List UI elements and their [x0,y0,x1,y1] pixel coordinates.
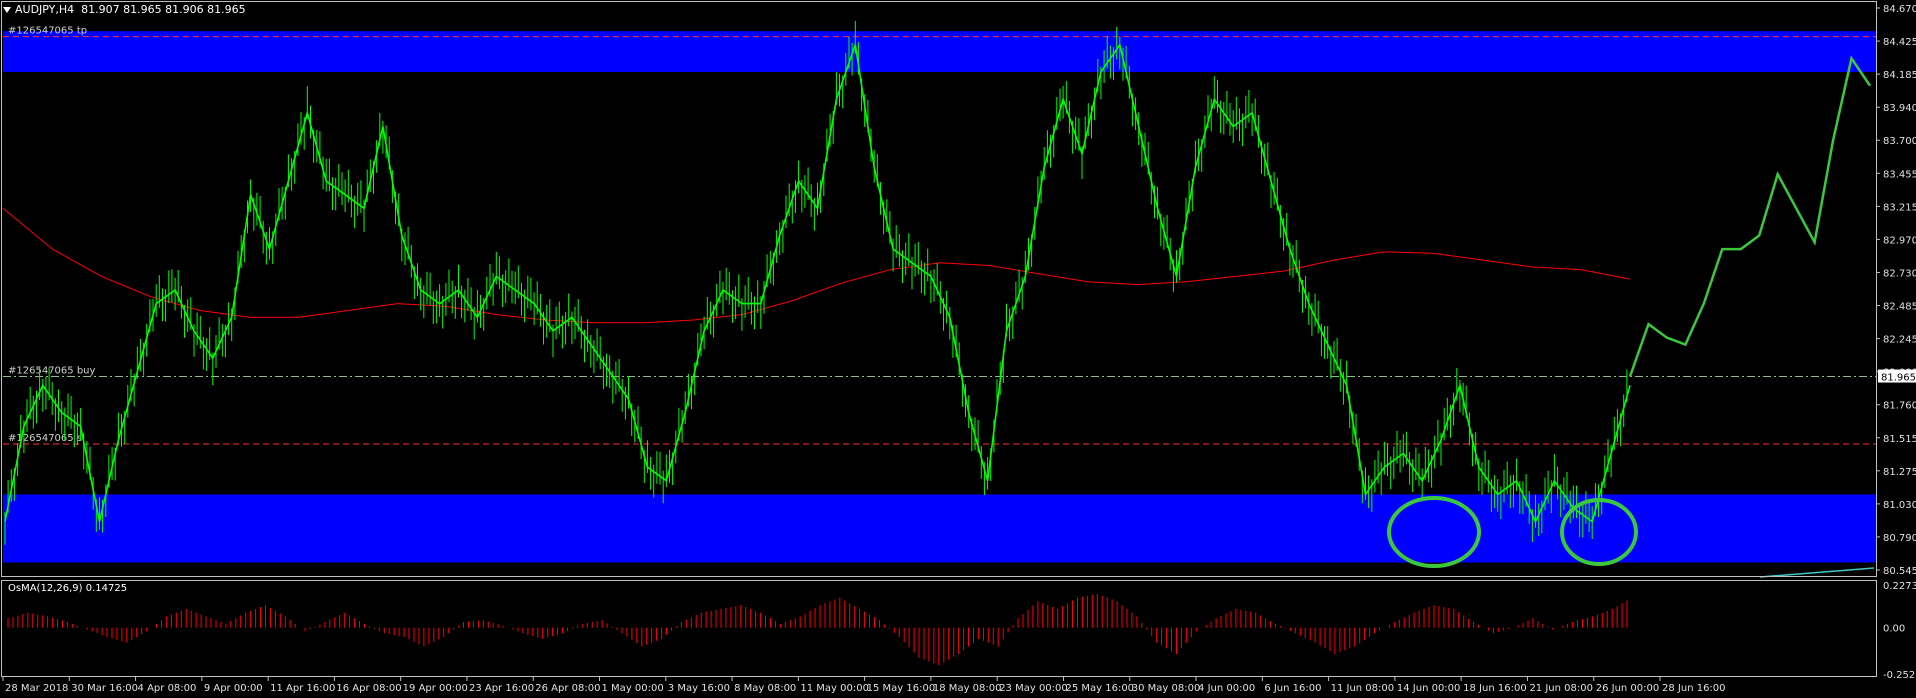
price-tick-label: 82.245 [1883,335,1916,346]
time-tick-label: 26 Apr 08:00 [535,683,600,694]
time-tick-label: 4 Apr 08:00 [138,683,197,694]
collapse-triangle-icon[interactable] [3,7,11,13]
price-tick-label: 83.215 [1883,202,1916,213]
time-tick-label: 3 May 16:00 [668,683,730,694]
time-tick-label: 28 Jun 16:00 [1662,683,1726,694]
price-tick-label: 82.485 [1883,302,1916,313]
time-tick-label: 15 May 16:00 [867,683,936,694]
price-tick-label: 83.700 [1883,136,1916,147]
time-tick-label: 30 Mar 16:00 [71,683,138,694]
order-label-sl: #126547065 sl [8,433,85,444]
price-tick-label: 81.030 [1883,500,1916,511]
time-tick-label: 21 Jun 08:00 [1529,683,1593,694]
time-tick-label: 11 Jun 08:00 [1331,683,1395,694]
time-tick-label: 11 May 00:00 [800,683,869,694]
price-tick-label: 81.760 [1883,401,1916,412]
osma-title: OsMA(12,26,9) 0.14725 [8,583,127,594]
current-price-label: 81.965 [1881,373,1916,384]
price-tick-label: 84.670 [1883,4,1916,15]
price-tick-label: 82.730 [1883,268,1916,279]
time-tick-label: 26 Jun 00:00 [1596,683,1660,694]
symbol-label: AUDJPY,H4 [15,3,75,16]
price-tick-label: 83.455 [1883,169,1916,180]
osma-name: OsMA(12,26,9) [8,583,83,594]
time-tick-label: 14 Jun 00:00 [1397,683,1461,694]
time-tick-label: 19 Apr 00:00 [403,683,468,694]
order-label-tp: #126547065 tp [8,26,87,37]
price-tick-label: 80.545 [1883,566,1916,577]
time-tick-label: 6 Jun 16:00 [1264,683,1321,694]
price-tick-label: 82.970 [1883,235,1916,246]
price-tick-label: 81.515 [1883,434,1916,445]
time-tick-label: 25 May 16:00 [1065,683,1134,694]
time-tick-label: 28 Mar 2018 [5,683,68,694]
price-tick-label: 80.790 [1883,533,1916,544]
time-tick-label: 11 Apr 16:00 [270,683,335,694]
time-tick-label: 16 Apr 08:00 [336,683,401,694]
time-tick-label: 23 May 00:00 [999,683,1068,694]
time-tick-label: 30 May 08:00 [1132,683,1201,694]
time-tick-label: 23 Apr 16:00 [469,683,534,694]
time-tick-label: 1 May 00:00 [602,683,664,694]
osma-tick-label: 0.22738 [1883,581,1916,592]
osma-tick-label: -0.25214 [1883,670,1916,681]
time-tick-label: 4 Jun 00:00 [1198,683,1255,694]
price-tick-label: 84.425 [1883,37,1916,48]
chart-header: AUDJPY,H4 81.907 81.965 81.906 81.965 [3,3,246,16]
osma-tick-label: 0.00 [1883,624,1905,635]
time-tick-label: 18 May 08:00 [933,683,1002,694]
price-tick-label: 83.940 [1883,103,1916,114]
ohlc-values: 81.907 81.965 81.906 81.965 [81,3,246,16]
order-label-buy: #126547065 buy [8,366,96,377]
price-chart[interactable]: #126547065 tp #126547065 buy #126547065 sl… [0,0,1916,698]
time-tick-label: 8 May 08:00 [734,683,796,694]
time-tick-label: 18 Jun 16:00 [1463,683,1527,694]
price-tick-label: 81.275 [1883,467,1916,478]
price-tick-label: 84.185 [1883,70,1916,81]
zone-resistance [3,31,1876,73]
time-tick-label: 9 Apr 00:00 [204,683,263,694]
osma-value: 0.14725 [85,583,128,594]
